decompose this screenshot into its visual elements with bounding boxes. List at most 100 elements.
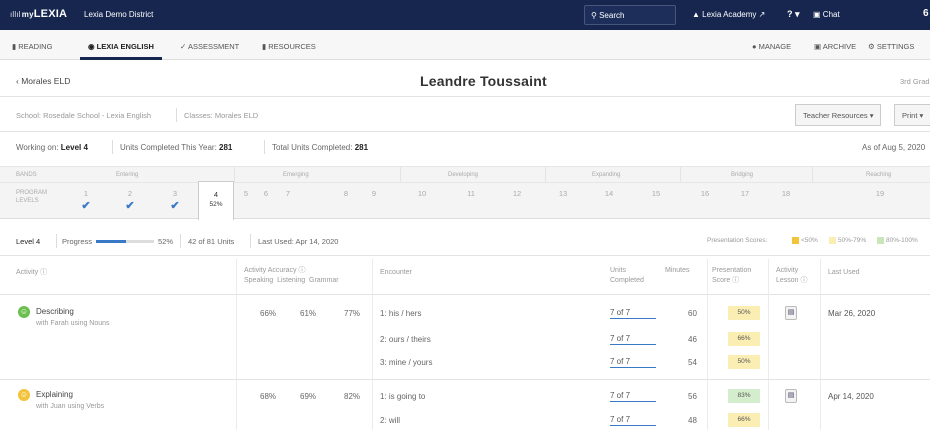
legend-swatch-mid: [829, 237, 836, 244]
bands-label: BANDS: [16, 172, 37, 178]
column-divider: [372, 259, 373, 430]
band-developing: Developing: [448, 172, 479, 178]
minutes: 56: [688, 392, 697, 401]
row-divider: [0, 379, 930, 380]
tab-lexia-english[interactable]: ◉ LEXIA ENGLISH: [88, 42, 154, 51]
legend-mid: 50%-79%: [838, 237, 867, 244]
tab-assessment[interactable]: ✓ ASSESSMENT: [180, 42, 239, 51]
units-completed-link[interactable]: 7 of 7: [610, 391, 656, 402]
help-button[interactable]: ? ▾: [787, 9, 800, 20]
band-bridging: Bridging: [731, 172, 754, 178]
units-completed-link[interactable]: 7 of 7: [610, 415, 656, 426]
col-accuracy: Activity Accuracy ⓘ Speaking Listening Gr…: [244, 267, 339, 284]
grammar-accuracy: 77%: [344, 309, 361, 318]
mylexia-logo[interactable]: ıllılmyLEXIA: [10, 8, 67, 20]
level-16[interactable]: 16: [687, 189, 723, 198]
level-13[interactable]: 13: [545, 189, 581, 198]
band-divider: [680, 167, 681, 184]
lexia-academy-link[interactable]: ▲ Lexia Academy ↗: [692, 10, 765, 19]
level-10[interactable]: 10: [404, 189, 440, 198]
level-3[interactable]: 3 ✔: [157, 189, 193, 212]
divider: [112, 140, 113, 154]
activity-lesson-icon[interactable]: ▤: [785, 306, 797, 320]
activity-name[interactable]: Describing: [36, 307, 74, 316]
teacher-resources-dropdown[interactable]: Teacher Resources ▾: [795, 104, 882, 126]
presentation-score-badge: 66%: [728, 332, 760, 346]
presentation-score-badge: 66%: [728, 413, 760, 427]
progress-pct: 52%: [158, 237, 174, 246]
encounter-name: 2: ours / theirs: [380, 335, 431, 344]
minutes: 46: [688, 335, 697, 344]
back-link[interactable]: ‹ Morales ELD: [16, 76, 70, 86]
level-15[interactable]: 15: [638, 189, 674, 198]
tab-reading[interactable]: ▮ READING: [12, 42, 52, 51]
checkmark-icon: ✔: [125, 200, 135, 212]
level-12[interactable]: 12: [499, 189, 535, 198]
divider: [176, 108, 177, 122]
level-7[interactable]: 7: [270, 189, 306, 198]
units-completed-link[interactable]: 7 of 7: [610, 334, 656, 345]
program-levels-label: PROGRAM LEVELS: [16, 190, 48, 204]
grade-label: 3rd Grade: [900, 77, 930, 86]
column-divider: [820, 259, 821, 430]
search-input[interactable]: ⚲ Search: [584, 5, 676, 25]
progress-bar-fill: [96, 240, 127, 243]
level-18[interactable]: 18: [768, 189, 804, 198]
units-completed-link[interactable]: 7 of 7: [610, 308, 656, 319]
people-icon: ●: [752, 42, 757, 51]
nav-archive[interactable]: ▣ ARCHIVE: [814, 42, 856, 51]
legend-swatch-high: [877, 237, 884, 244]
level-19[interactable]: 19: [862, 189, 898, 198]
info-icon: ⓘ: [800, 277, 808, 284]
speaking-accuracy: 66%: [260, 309, 277, 318]
chat-icon: ▣: [813, 10, 821, 19]
nav-settings[interactable]: ⚙ SETTINGS: [868, 42, 914, 51]
column-divider: [236, 259, 237, 430]
level-4-current[interactable]: 4 52%: [198, 181, 234, 220]
legend-low: <50%: [801, 237, 818, 244]
logo-bars-icon: ıllıl: [10, 10, 21, 19]
as-of-date: As of Aug 5, 2020: [862, 143, 926, 152]
speaking-accuracy: 68%: [260, 392, 277, 401]
col-activity: Activity ⓘ: [16, 269, 48, 276]
level-14[interactable]: 14: [591, 189, 627, 198]
checkmark-icon: ✔: [81, 200, 91, 212]
band-divider: [400, 167, 401, 184]
legend-swatch-low: [792, 237, 799, 244]
gear-icon: ⚙: [868, 42, 875, 51]
activity-name[interactable]: Explaining: [36, 390, 73, 399]
level-9[interactable]: 9: [356, 189, 392, 198]
units-completed-link[interactable]: 7 of 7: [610, 357, 656, 368]
band-reaching: Reaching: [866, 172, 892, 178]
tab-resources[interactable]: ▮ RESOURCES: [262, 42, 316, 51]
chat-button[interactable]: ▣ Chat: [813, 10, 840, 19]
level-11[interactable]: 11: [453, 189, 489, 198]
band-entering: Entering: [116, 172, 139, 178]
book-icon: ▮: [12, 42, 17, 51]
minutes: 54: [688, 358, 697, 367]
col-activity-lesson: Activity Lesson ⓘ: [776, 267, 808, 284]
print-dropdown[interactable]: Print ▾: [894, 104, 930, 126]
listening-accuracy: 69%: [300, 392, 317, 401]
listening-accuracy: 61%: [300, 309, 317, 318]
level-17[interactable]: 17: [727, 189, 763, 198]
table-header: Activity ⓘ Activity Accuracy ⓘ Speaking L…: [0, 259, 930, 295]
divider: [250, 234, 251, 248]
program-levels-row: PROGRAM LEVELS 1 ✔ 2 ✔ 3 ✔ 5 6 7 8 9 10 11 1…: [0, 183, 930, 219]
nav-manage[interactable]: ● MANAGE: [752, 42, 791, 51]
activity-lesson-icon[interactable]: ▤: [785, 389, 797, 403]
progress-bar: [96, 240, 154, 243]
user-menu-icon[interactable]: 6: [923, 8, 929, 19]
top-bar: ıllılmyLEXIA Lexia Demo District ⚲ Searc…: [0, 0, 930, 30]
presentation-score-badge: 83%: [728, 389, 760, 403]
resources-book-icon: ▮: [262, 42, 267, 51]
units-this-year: Units Completed This Year: 281: [120, 143, 233, 152]
level-1[interactable]: 1 ✔: [68, 189, 104, 212]
encounter-name: 1: is going to: [380, 392, 426, 401]
chevron-down-icon: ▾: [795, 9, 800, 19]
col-presentation-score: Presentation Score ⓘ: [712, 267, 752, 284]
presentation-score-badge: 50%: [728, 355, 760, 369]
column-divider: [768, 259, 769, 430]
progress-label: Progress: [62, 237, 93, 246]
level-2[interactable]: 2 ✔: [112, 189, 148, 212]
